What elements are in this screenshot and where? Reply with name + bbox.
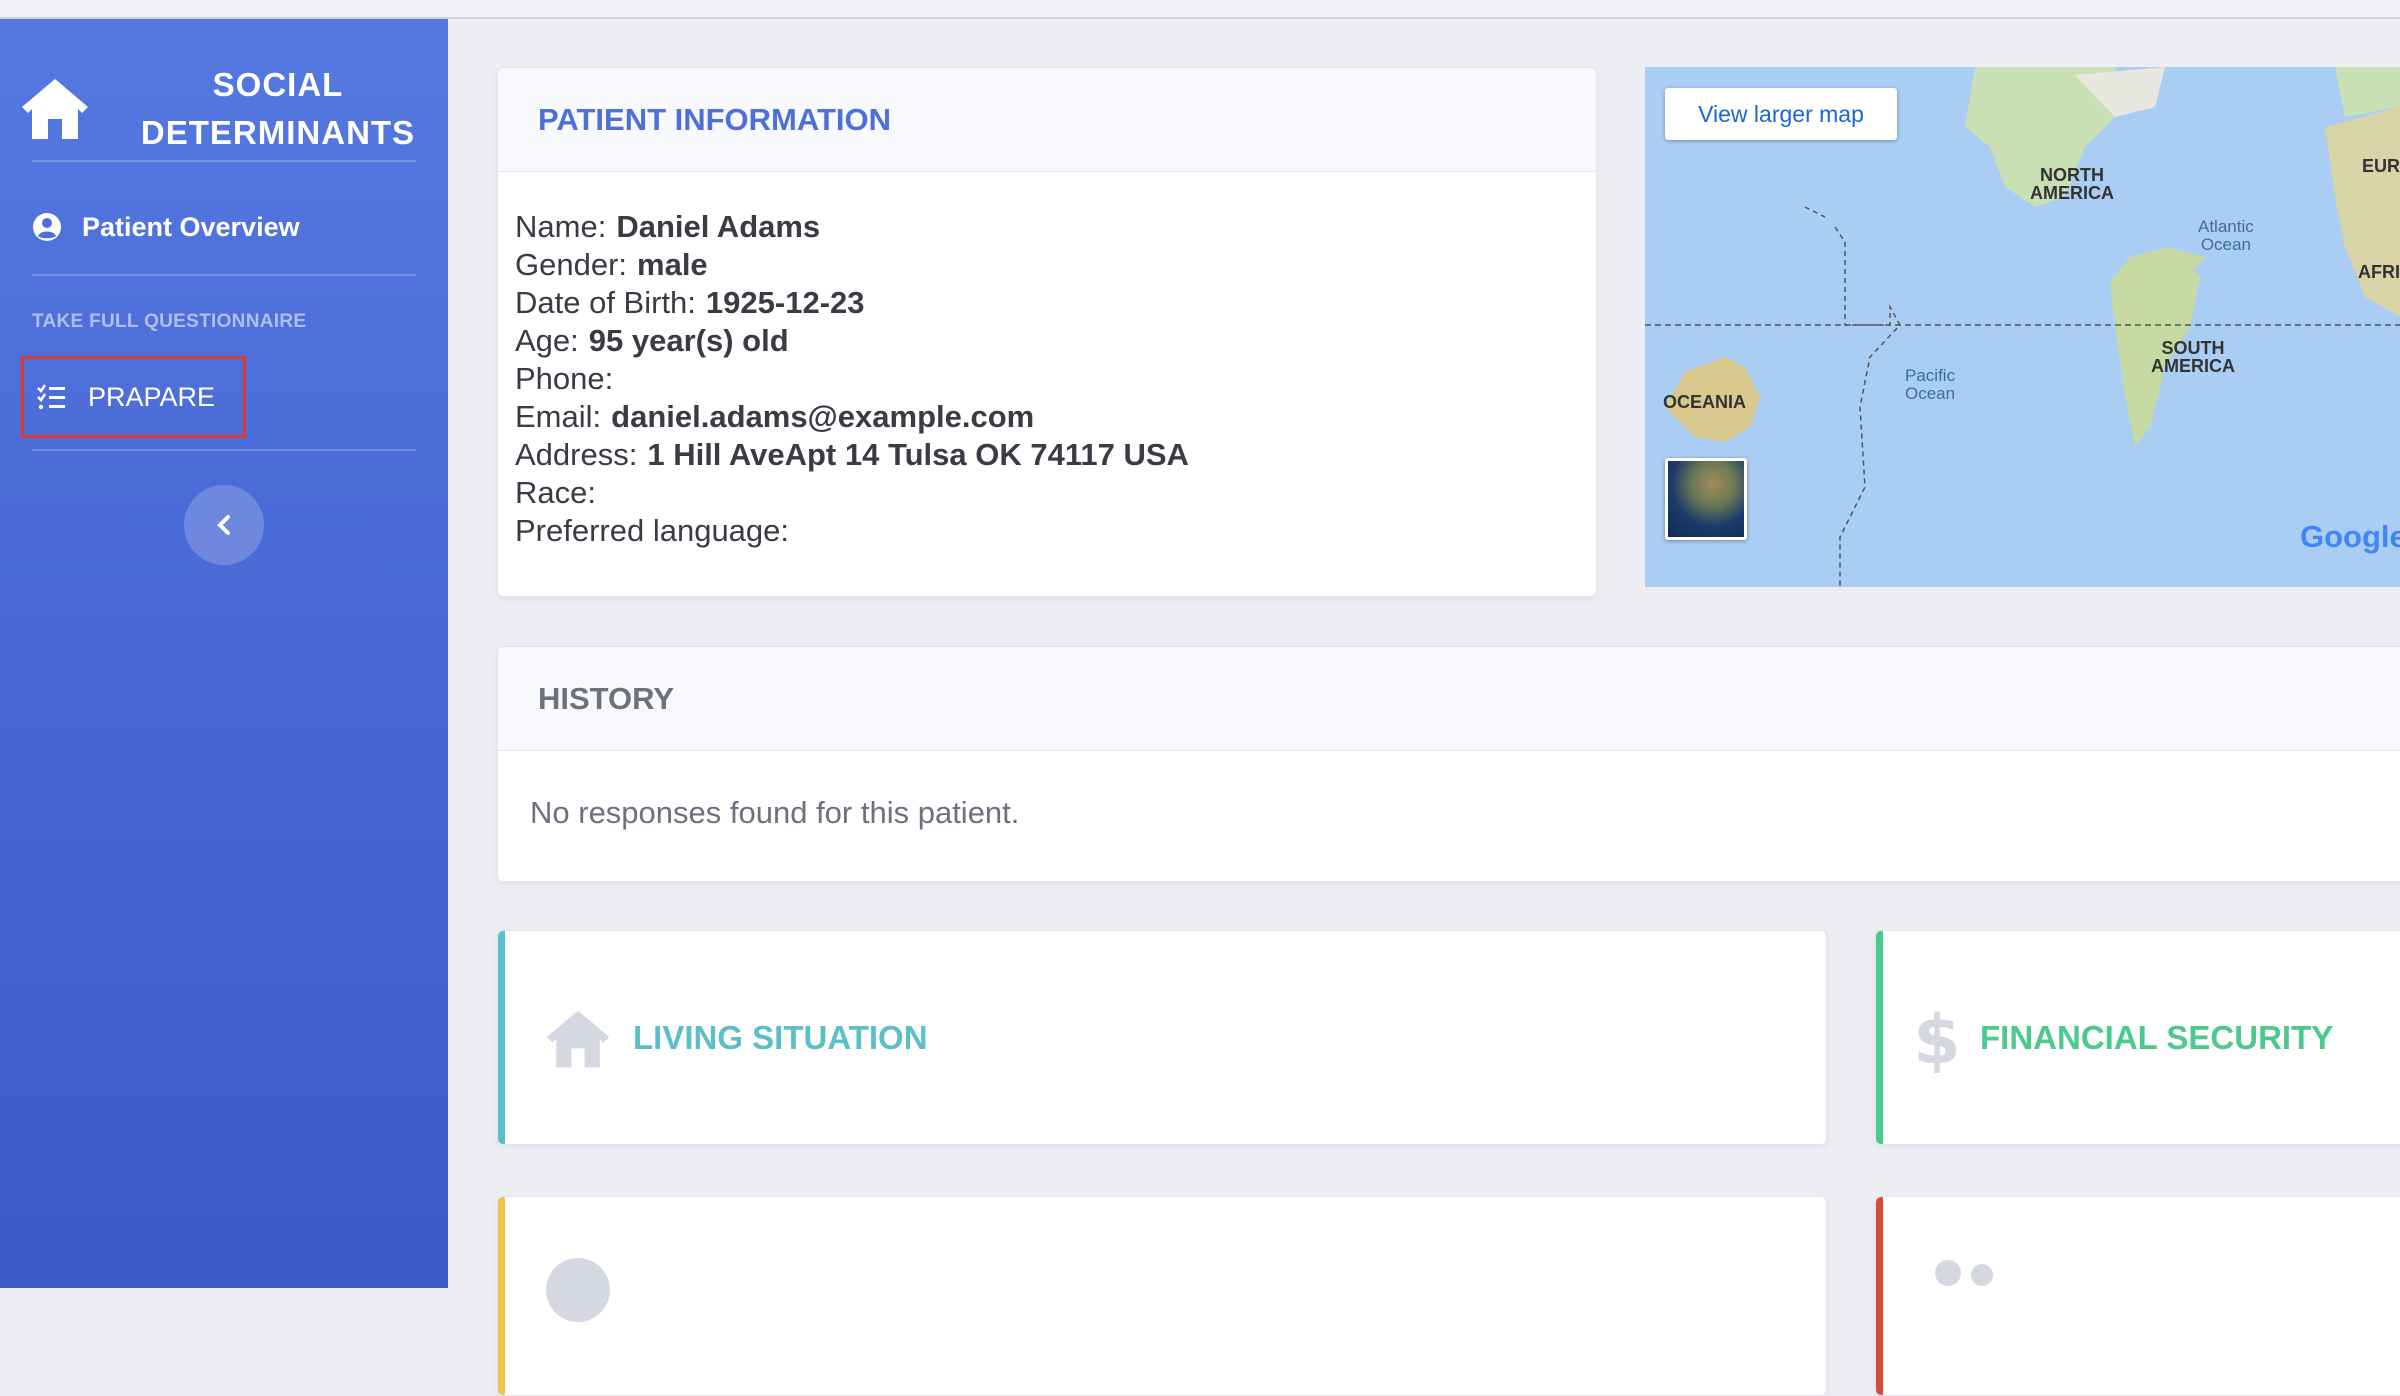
history-card: HISTORY No responses found for this pati… <box>497 646 2400 882</box>
map-label-atlantic: Atlantic Ocean <box>2198 218 2254 254</box>
card-accent <box>1876 931 1883 1144</box>
card-content: LIVING SITUATION <box>543 931 928 1144</box>
map-label-line: NORTH <box>2040 165 2104 185</box>
sidebar-section-heading: TAKE FULL QUESTIONNAIRE <box>32 311 307 332</box>
sidebar-item-prapare[interactable]: PRAPARE <box>21 356 246 438</box>
sidebar: SOCIAL DETERMINANTS Patient Overview TAK… <box>0 19 448 1288</box>
sidebar-item-label: PRAPARE <box>88 381 216 412</box>
sidebar-collapse-button[interactable] <box>184 485 264 565</box>
google-logo-text: Google <box>2300 519 2400 554</box>
users-icon <box>1935 1260 1993 1286</box>
patient-field-label: Age: <box>515 323 579 358</box>
patient-field-value: male <box>637 247 708 282</box>
patient-field-label: Phone: <box>515 361 614 396</box>
card-title: HISTORY <box>498 647 2400 751</box>
patient-field-label: Name: <box>515 209 607 244</box>
patient-field-label: Preferred language: <box>515 513 790 548</box>
google-logo: Google <box>2300 519 2400 555</box>
domain-card-safety[interactable] <box>1875 1196 2400 1396</box>
map-label-line: AMERICA <box>2030 183 2114 203</box>
patient-field-row: Email: daniel.adams@example.com <box>515 398 1596 436</box>
map-label-europe: EUR <box>2362 156 2400 176</box>
patient-field-row: Name: Daniel Adams <box>515 208 1596 246</box>
chevron-left-icon <box>217 515 230 535</box>
domain-card-financial-security[interactable]: $ FINANCIAL SECURITY <box>1875 930 2400 1145</box>
card-title: PATIENT INFORMATION <box>498 68 1596 172</box>
history-empty-message: No responses found for this patient. <box>530 795 1020 830</box>
patient-field-value: 1925-12-23 <box>705 285 865 320</box>
domain-label: FINANCIAL SECURITY <box>1980 1018 2334 1056</box>
card-content: $ FINANCIAL SECURITY <box>1914 931 2333 1144</box>
patient-information-card: PATIENT INFORMATION Name: Daniel Adams Gen… <box>497 67 1597 597</box>
patient-field-row: Race: <box>515 474 1596 512</box>
domain-card-social-emotional[interactable] <box>497 1196 1827 1396</box>
domain-card-living-situation[interactable]: LIVING SITUATION <box>497 930 1827 1145</box>
sidebar-divider <box>32 274 416 276</box>
brand-title-line2: DETERMINANTS <box>140 114 416 151</box>
dollar-icon: $ <box>1914 1003 1960 1073</box>
map-label-south-america: SOUTH AMERICA <box>2151 339 2235 375</box>
sidebar-divider <box>32 449 416 451</box>
card-accent <box>1876 1197 1883 1395</box>
map-label-line: Ocean <box>2200 235 2251 254</box>
patient-field-label: Date of Birth: <box>515 285 696 320</box>
map-label-oceania: OCEANIA <box>1663 392 1747 412</box>
patient-field-label: Gender: <box>515 247 628 282</box>
map-label-africa: AFRI <box>2358 262 2400 282</box>
view-larger-map-button[interactable]: View larger map <box>1665 88 1897 140</box>
svg-text:$: $ <box>1914 1003 1960 1073</box>
patient-field-value: daniel.adams@example.com <box>611 399 1035 434</box>
map-label-north-america: NORTH AMERICA <box>2030 166 2114 202</box>
browser-top-bar <box>0 0 2400 19</box>
patient-field-row: Preferred language: <box>515 512 1596 550</box>
patient-field-label: Address: <box>515 437 638 472</box>
tasks-list-icon <box>37 384 65 410</box>
satellite-view-toggle[interactable] <box>1665 458 1747 540</box>
patient-field-row: Phone: <box>515 360 1596 398</box>
sidebar-item-patient-overview[interactable]: Patient Overview <box>32 199 416 255</box>
brand-title-line1: SOCIAL <box>212 66 344 103</box>
user-circle-icon <box>33 213 61 241</box>
patient-field-value: 95 year(s) old <box>588 323 789 358</box>
smile-icon <box>546 1258 610 1322</box>
card-accent <box>498 931 505 1144</box>
card-accent <box>498 1197 505 1395</box>
patient-field-label: Race: <box>515 475 596 510</box>
home-icon <box>546 1010 610 1067</box>
patient-details: Name: Daniel Adams Gender: male Date of Birt… <box>498 172 1596 550</box>
brand[interactable]: SOCIAL DETERMINANTS <box>18 53 428 153</box>
sidebar-item-label: Patient Overview <box>82 211 300 242</box>
map-label-line: SOUTH <box>2161 338 2225 358</box>
map-label-line: Pacific <box>1905 366 1956 385</box>
map-label-line: Atlantic <box>2198 217 2254 236</box>
patient-field-value: 1 Hill AveApt 14 Tulsa OK 74117 USA <box>647 437 1189 472</box>
patient-field-value: Daniel Adams <box>616 209 821 244</box>
patient-field-row: Gender: male <box>515 246 1596 284</box>
patient-field-row: Date of Birth: 1925-12-23 <box>515 284 1596 322</box>
map-label-pacific: Pacific Ocean <box>1905 367 1955 403</box>
patient-field-row: Age: 95 year(s) old <box>515 322 1596 360</box>
world-map-graphic <box>1645 67 2400 587</box>
card-content <box>543 1197 633 1395</box>
map-label-line: Ocean <box>1905 384 1956 403</box>
domain-label: LIVING SITUATION <box>633 1018 928 1056</box>
patient-field-row: Address: 1 Hill AveApt 14 Tulsa OK 74117 … <box>515 436 1596 474</box>
patient-field-label: Email: <box>515 399 602 434</box>
home-icon <box>22 79 88 139</box>
map[interactable]: View larger map NORTH AMERICA SOUTH AMER… <box>1645 67 2400 587</box>
brand-title: SOCIAL DETERMINANTS <box>118 61 438 157</box>
sidebar-divider <box>32 160 416 162</box>
map-label-line: AMERICA <box>2151 356 2235 376</box>
card-content <box>1934 1197 2024 1395</box>
